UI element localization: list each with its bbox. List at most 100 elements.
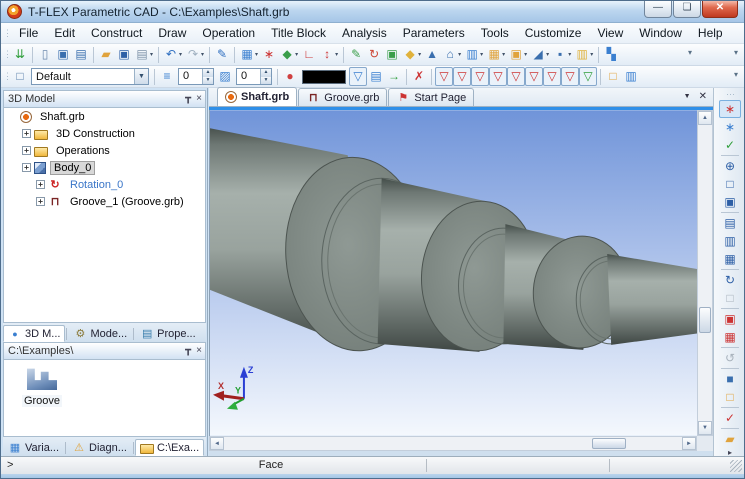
save-document-icon[interactable]: ▣ xyxy=(115,45,133,64)
scroll-up-icon[interactable]: ▲ xyxy=(698,111,712,125)
toolbar-grip[interactable]: ⋯ xyxy=(714,89,745,100)
open-assembly-icon[interactable]: ▰ xyxy=(719,430,741,448)
panel-tab-3d-m[interactable]: 3D M... xyxy=(3,325,65,342)
filter-grids-icon[interactable]: ▽ xyxy=(489,67,507,86)
toolbar-grip[interactable]: ⋮ xyxy=(3,49,11,60)
open-document-icon[interactable]: ▰ xyxy=(97,45,115,64)
construction-point-icon[interactable]: ∗ xyxy=(260,45,278,64)
dropdown-arrow-icon[interactable]: ▾ xyxy=(568,51,571,58)
menu-view[interactable]: View xyxy=(589,26,631,40)
menu-tools[interactable]: Tools xyxy=(473,26,517,40)
menu-analysis[interactable]: Analysis xyxy=(334,26,395,40)
3d-viewport[interactable]: Z X Y xyxy=(209,110,697,436)
pin-icon[interactable]: ┳ xyxy=(185,345,191,356)
panel-tab-diagn[interactable]: Diagn... xyxy=(67,439,132,456)
new-from-prototype-icon[interactable]: ▤ xyxy=(72,45,90,64)
toolbar-grip[interactable]: ⋮ xyxy=(3,71,11,82)
spinner-down-icon[interactable]: ▼ xyxy=(261,77,271,85)
zoom-extents-icon[interactable]: ▣ xyxy=(719,193,741,211)
previous-view-icon[interactable]: □ xyxy=(719,289,741,307)
dropdown-arrow-icon[interactable]: ▾ xyxy=(502,51,505,58)
construction-axis-icon[interactable]: ↕▾ xyxy=(318,45,340,64)
tree-item-3d-construction[interactable]: +3D Construction xyxy=(4,125,205,142)
update-model-icon[interactable]: ↺ xyxy=(719,349,741,367)
tree-item-operations[interactable]: +Operations xyxy=(4,142,205,159)
menu-edit[interactable]: Edit xyxy=(46,26,83,40)
level-spinner[interactable]: 0▲▼ xyxy=(236,68,272,85)
sketch-icon[interactable]: ✎ xyxy=(213,45,231,64)
copy-operation-icon[interactable]: ▥▾ xyxy=(463,45,485,64)
menu-operation[interactable]: Operation xyxy=(194,26,263,40)
dropdown-arrow-icon[interactable]: ▾ xyxy=(201,51,204,58)
coordinate-system-icon[interactable]: ∟ xyxy=(300,45,318,64)
tab-start-page[interactable]: Start Page xyxy=(388,88,474,106)
dropdown-arrow-icon[interactable]: ▾ xyxy=(524,51,527,58)
filter-planes-icon[interactable]: ▽ xyxy=(471,67,489,86)
dropdown-arrow-icon[interactable]: ▾ xyxy=(480,51,483,58)
rotation-operation-icon[interactable]: ↻ xyxy=(365,45,383,64)
workplane-combo[interactable]: Default▼ xyxy=(31,68,149,85)
close-icon[interactable]: × xyxy=(196,345,202,356)
select-element-icon[interactable]: → xyxy=(385,67,403,86)
filter-bodies-icon[interactable]: ▽ xyxy=(579,67,597,86)
vertical-scroll-thumb[interactable] xyxy=(699,307,711,333)
dropdown-arrow-icon[interactable]: ▾ xyxy=(179,51,182,58)
panel-tab-mode[interactable]: Mode... xyxy=(68,325,132,342)
horizontal-scroll-thumb[interactable] xyxy=(592,438,626,449)
redo-icon[interactable]: ↷▾ xyxy=(184,45,206,64)
minimize-button[interactable]: — xyxy=(644,1,672,18)
menu-window[interactable]: Window xyxy=(631,26,690,40)
layer-spinner[interactable]: 0▲▼ xyxy=(178,68,214,85)
zoom-window-icon[interactable]: □ xyxy=(719,175,741,193)
scroll-down-icon[interactable]: ▼ xyxy=(698,421,712,435)
tree-item-shaft-grb[interactable]: Shaft.grb xyxy=(4,108,205,125)
colors-icon[interactable]: ● xyxy=(281,67,299,86)
cancel-selection-icon[interactable]: ✗ xyxy=(410,67,428,86)
library-item-groove[interactable]: Groove xyxy=(10,364,74,409)
dropdown-arrow-icon[interactable]: ▾ xyxy=(150,51,153,58)
maximize-button[interactable]: ❏ xyxy=(673,1,701,18)
layers-icon[interactable]: ≡ xyxy=(158,67,176,86)
filter-faces-icon[interactable]: ▽ xyxy=(543,67,561,86)
resize-grip[interactable] xyxy=(730,460,742,472)
tree-item-rotation-0[interactable]: +Rotation_0 xyxy=(4,176,205,193)
menu-title-block[interactable]: Title Block xyxy=(263,26,334,40)
tree-item-body-0[interactable]: +Body_0 xyxy=(4,159,205,176)
menu-draw[interactable]: Draw xyxy=(150,26,194,40)
zoom-rect-icon[interactable]: ▦ xyxy=(719,250,741,268)
menu-help[interactable]: Help xyxy=(690,26,731,40)
transparency-icon[interactable]: □ xyxy=(604,67,622,86)
new-3d-document-icon[interactable]: ▣ xyxy=(54,45,72,64)
dropdown-arrow-icon[interactable]: ▾ xyxy=(335,51,338,58)
filter-dropdown-icon[interactable]: ▽ xyxy=(349,67,367,86)
expand-toggle[interactable]: + xyxy=(36,180,45,189)
selector-settings-icon[interactable]: ▤ xyxy=(367,67,385,86)
customize-chevron-icon[interactable]: ⇊ xyxy=(11,45,29,64)
toolbar-overflow-button[interactable]: ▾ xyxy=(688,48,692,57)
dropdown-arrow-icon[interactable]: ▾ xyxy=(255,51,258,58)
select-mode-icon[interactable]: ∗ xyxy=(719,100,741,118)
tab-list-icon[interactable]: ▼ xyxy=(684,91,691,103)
tile-windows-icon[interactable]: ▚ xyxy=(602,45,620,64)
horizontal-scrollbar[interactable]: ◄ ► xyxy=(209,436,697,451)
filter-edges-icon[interactable]: ▽ xyxy=(525,67,543,86)
model-structure-icon[interactable]: ▥ xyxy=(622,67,640,86)
undo-icon[interactable]: ↶▾ xyxy=(162,45,184,64)
menu-construct[interactable]: Construct xyxy=(83,26,150,40)
apply-changes-icon[interactable]: ✓ xyxy=(719,409,741,427)
tree-item-groove-1-groove-grb[interactable]: +Groove_1 (Groove.grb) xyxy=(4,193,205,210)
current-color-swatch[interactable] xyxy=(302,70,346,84)
tab-shaft-grb[interactable]: Shaft.grb xyxy=(217,87,297,106)
filter-operations-icon[interactable]: ▽ xyxy=(561,67,579,86)
toolbar-grip[interactable]: ⋮ xyxy=(3,28,11,39)
cone-operation-icon[interactable]: ▲ xyxy=(423,45,441,64)
shaded-view-icon[interactable]: ■ xyxy=(719,370,741,388)
dropdown-arrow-icon[interactable]: ▾ xyxy=(295,51,298,58)
blend-operation-icon[interactable]: ◆▾ xyxy=(401,45,423,64)
wireframe-view-icon[interactable]: □ xyxy=(719,388,741,406)
filter-points-icon[interactable]: ▽ xyxy=(435,67,453,86)
array-operation-icon[interactable]: ▦▾ xyxy=(485,45,507,64)
close-button[interactable]: ✕ xyxy=(702,1,738,18)
expand-toggle[interactable]: + xyxy=(22,146,31,155)
level-icon[interactable]: ▨ xyxy=(216,67,234,86)
